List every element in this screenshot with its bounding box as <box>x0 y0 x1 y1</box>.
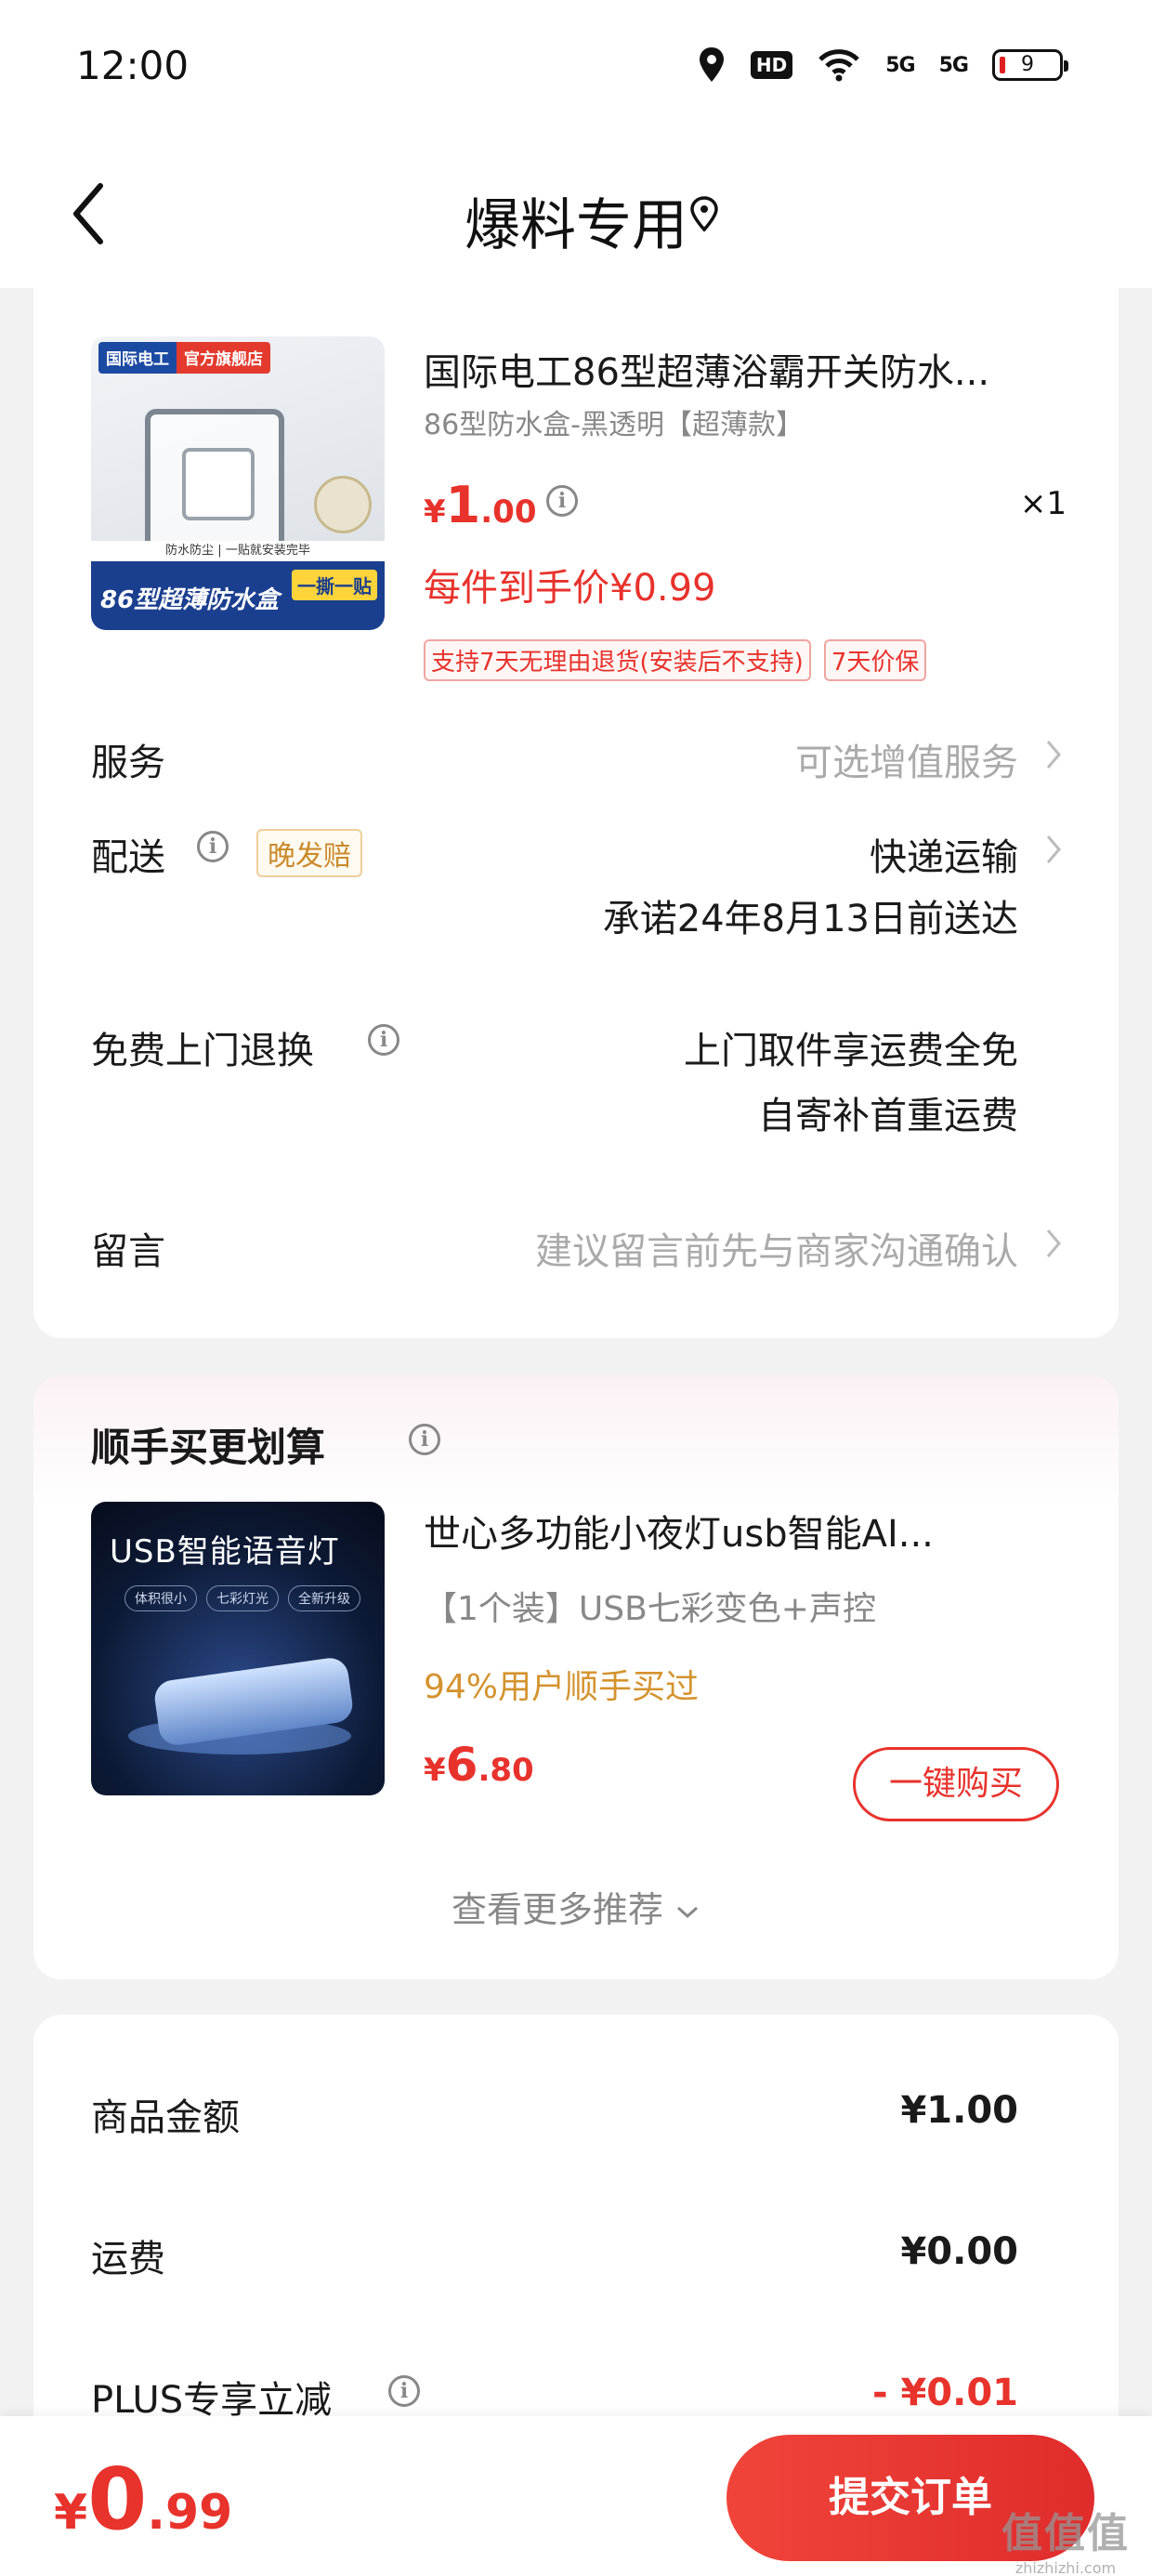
status-icons: HD 5G 5G 9 <box>697 45 1068 85</box>
battery-icon: 9 <box>992 49 1068 81</box>
recommend-price: ¥6.80 <box>424 1738 534 1792</box>
chevron-right-icon[interactable] <box>1044 738 1063 771</box>
product-image[interactable]: 国际电工 官方旗舰店 防水防尘 | 一贴就安装完毕 86型超薄防水盒 一撕一贴 <box>91 336 385 630</box>
return-policy-tag: 支持7天无理由退货(安装后不支持) <box>424 639 811 681</box>
recommend-image-chips: 体积很小 七彩灯光 全新升级 <box>124 1585 360 1611</box>
battery-level: 9 <box>1021 53 1034 76</box>
product-spec: 86型防水盒-黑透明【超薄款】 <box>424 409 804 441</box>
shipping-value: ¥0.00 <box>900 2230 1018 2273</box>
one-click-buy-button[interactable]: 一键购买 <box>853 1747 1059 1821</box>
recommend-bought-rate: 94%用户顺手买过 <box>424 1668 700 1706</box>
location-icon <box>699 47 724 82</box>
wifi-icon <box>818 49 860 82</box>
chevron-down-icon <box>677 1906 699 1918</box>
free-return-value-1: 上门取件享运费全免 <box>684 1030 1018 1072</box>
signal-5g-icon: 5G <box>938 53 969 77</box>
recommend-product-image[interactable]: USB智能语音灯 体积很小 七彩灯光 全新升级 <box>91 1502 385 1795</box>
product-quantity: ×1 <box>1019 485 1067 522</box>
free-return-info-icon[interactable]: i <box>368 1024 399 1056</box>
recommend-card: 顺手买更划算 i USB智能语音灯 体积很小 七彩灯光 全新升级 世心多功能小夜… <box>33 1375 1119 1979</box>
location-pin-icon[interactable] <box>687 195 721 232</box>
more-recommendations-link[interactable]: 查看更多推荐 <box>33 1881 1119 1932</box>
chevron-right-icon[interactable] <box>1044 833 1063 866</box>
status-time: 12:00 <box>76 43 190 88</box>
nav-bar: 爆料专用 <box>0 139 1152 288</box>
recommend-title: 顺手买更划算 <box>91 1425 326 1470</box>
delivery-label: 配送 <box>91 836 165 879</box>
delivery-info-icon[interactable]: i <box>197 831 229 862</box>
product-image-caption2: 一撕一贴 <box>292 570 377 600</box>
product-image-tag: 国际电工 官方旗舰店 <box>98 342 270 374</box>
message-label: 留言 <box>91 1230 165 1273</box>
product-image-band: 86型超薄防水盒 一撕一贴 <box>91 561 385 630</box>
free-return-value-2: 自寄补首重运费 <box>758 1095 1018 1137</box>
product-price: ¥1.00 <box>424 476 537 534</box>
adhesive-tip-graphic <box>314 476 372 533</box>
chevron-right-icon[interactable] <box>1044 1227 1063 1260</box>
bottom-bar: ¥0.99 提交订单 值值值 zhizhizhi.com <box>0 2416 1152 2576</box>
free-return-label: 免费上门退换 <box>91 1030 314 1072</box>
shipping-label: 运费 <box>91 2238 165 2280</box>
goods-amount-label: 商品金额 <box>91 2096 240 2139</box>
product-tags: 支持7天无理由退货(安装后不支持) 7天价保 <box>424 639 927 681</box>
goods-amount-value: ¥1.00 <box>900 2089 1018 2132</box>
hd-icon: HD <box>750 51 793 79</box>
signal-5g-icon: 5G <box>885 53 915 77</box>
recommend-product-name[interactable]: 世心多功能小夜灯usb智能AI... <box>424 1504 1074 1557</box>
plus-discount-info-icon[interactable]: i <box>388 2375 420 2407</box>
total-price: ¥0.99 <box>54 2450 233 2549</box>
delivery-value[interactable]: 快递运输 <box>870 827 1018 881</box>
recommend-info-icon[interactable]: i <box>409 1424 440 1455</box>
product-image-caption: 86型超薄防水盒 <box>100 586 280 614</box>
service-value[interactable]: 可选增值服务 <box>795 732 1018 786</box>
plus-discount-value: - ¥0.01 <box>871 2372 1018 2414</box>
product-image-band-top: 防水防尘 | 一贴就安装完毕 <box>91 541 385 561</box>
price-info-icon[interactable]: i <box>546 485 578 517</box>
price-protect-tag: 7天价保 <box>823 639 927 681</box>
service-label: 服务 <box>91 742 165 784</box>
waterproof-box-graphic <box>145 409 284 558</box>
message-input[interactable]: 建议留言前先与商家沟通确认 <box>535 1221 1018 1275</box>
late-compensation-badge: 晚发赔 <box>256 829 362 877</box>
watermark-logo: 值值值 zhizhizhi.com <box>1001 2510 1130 2576</box>
page-title: 爆料专用 <box>465 193 687 258</box>
product-title[interactable]: 国际电工86型超薄浴霸开关防水... <box>424 342 1093 396</box>
recommend-product-spec: 【1个装】USB七彩变色+声控 <box>424 1590 876 1628</box>
delivery-promise: 承诺24年8月13日前送达 <box>602 898 1018 940</box>
status-bar: 12:00 HD 5G 5G 9 <box>0 0 1152 139</box>
order-card: 国际电工 官方旗舰店 防水防尘 | 一贴就安装完毕 86型超薄防水盒 一撕一贴 … <box>33 288 1119 1338</box>
unit-price: 每件到手价¥0.99 <box>424 567 716 610</box>
recommend-image-title: USB智能语音灯 <box>110 1533 340 1571</box>
